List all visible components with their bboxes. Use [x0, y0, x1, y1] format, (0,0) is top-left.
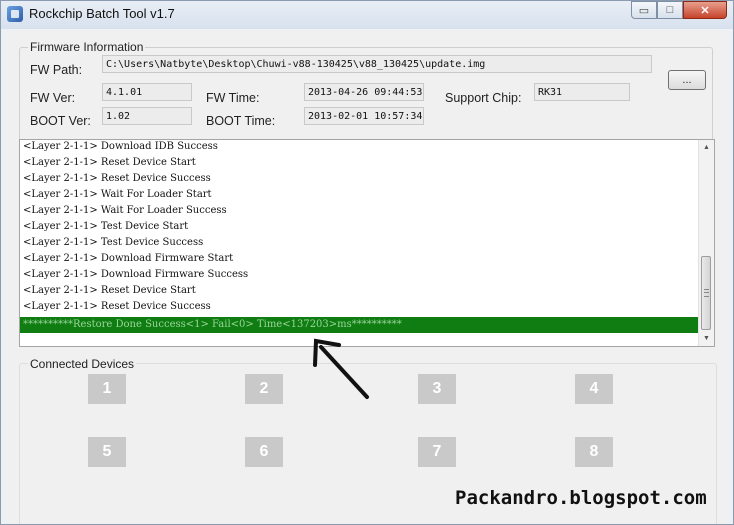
log-scrollbar[interactable]: ▲ ▼ [698, 140, 714, 346]
log-line: <Layer 2-1-1> Download Firmware Success [23, 269, 249, 280]
log-line: <Layer 2-1-1> Test Device Start [23, 221, 189, 232]
log-line: <Layer 2-1-1> Reset Device Start [23, 157, 196, 168]
fw-ver-field[interactable]: 4.1.01 [102, 83, 192, 101]
boot-time-field[interactable]: 2013-02-01 10:57:34 [304, 107, 424, 125]
fw-time-field[interactable]: 2013-04-26 09:44:53 [304, 83, 424, 101]
device-slot-2[interactable]: 2 [245, 374, 283, 404]
browse-button[interactable]: ... [668, 70, 706, 90]
connected-devices-label: Connected Devices [28, 357, 137, 371]
device-slot-7[interactable]: 7 [418, 437, 456, 467]
device-slot-3[interactable]: 3 [418, 374, 456, 404]
boot-time-label: BOOT Time: [206, 114, 276, 128]
log-line: <Layer 2-1-1> Test Device Success [23, 237, 204, 248]
device-slot-4[interactable]: 4 [575, 374, 613, 404]
window-controls: ▭ □ ✕ [631, 1, 727, 21]
boot-ver-label: BOOT Ver: [30, 114, 91, 128]
app-icon [7, 6, 23, 22]
window-title: Rockchip Batch Tool v1.7 [29, 6, 175, 21]
device-slot-6[interactable]: 6 [245, 437, 283, 467]
boot-ver-field[interactable]: 1.02 [102, 107, 192, 125]
scroll-down-icon[interactable]: ▼ [699, 331, 714, 346]
log-line: <Layer 2-1-1> Reset Device Start [23, 285, 196, 296]
firmware-info-group: Firmware Information FW Path: C:\Users\N… [19, 40, 713, 141]
client-area: Firmware Information FW Path: C:\Users\N… [9, 31, 725, 524]
log-line: <Layer 2-1-1> Reset Device Success [23, 173, 211, 184]
device-slot-5[interactable]: 5 [88, 437, 126, 467]
app-window: Rockchip Batch Tool v1.7 ▭ □ ✕ Firmware … [0, 0, 734, 525]
log-line: <Layer 2-1-1> Download Firmware Start [23, 253, 234, 264]
restore-result-line: **********Restore Done Success<1> Fail<0… [20, 317, 699, 333]
fw-path-field[interactable]: C:\Users\Natbyte\Desktop\Chuwi-v88-13042… [102, 55, 652, 73]
support-chip-label: Support Chip: [445, 91, 522, 105]
grip-icon [704, 289, 709, 297]
scroll-up-icon[interactable]: ▲ [699, 140, 714, 155]
blog-watermark: Packandro.blogspot.com [455, 487, 707, 509]
scroll-thumb[interactable] [701, 256, 711, 330]
log-line: <Layer 2-1-1> Wait For Loader Success [23, 205, 227, 216]
support-chip-field[interactable]: RK31 [534, 83, 630, 101]
close-button[interactable]: ✕ [683, 1, 727, 19]
fw-path-label: FW Path: [30, 63, 83, 77]
log-panel[interactable]: <Layer 2-1-1> Download IDB Success <Laye… [19, 139, 715, 347]
title-bar[interactable]: Rockchip Batch Tool v1.7 ▭ □ ✕ [1, 1, 733, 29]
log-line: <Layer 2-1-1> Wait For Loader Start [23, 189, 212, 200]
firmware-info-label: Firmware Information [28, 40, 146, 54]
log-line: <Layer 2-1-1> Reset Device Success [23, 301, 211, 312]
device-slot-1[interactable]: 1 [88, 374, 126, 404]
log-line: <Layer 2-1-1> Download IDB Success [23, 141, 218, 152]
minimize-button[interactable]: ▭ [631, 1, 657, 19]
fw-time-label: FW Time: [206, 91, 260, 105]
fw-ver-label: FW Ver: [30, 91, 76, 105]
annotation-arrow-icon [313, 338, 369, 399]
device-slot-8[interactable]: 8 [575, 437, 613, 467]
maximize-button[interactable]: □ [657, 1, 683, 19]
